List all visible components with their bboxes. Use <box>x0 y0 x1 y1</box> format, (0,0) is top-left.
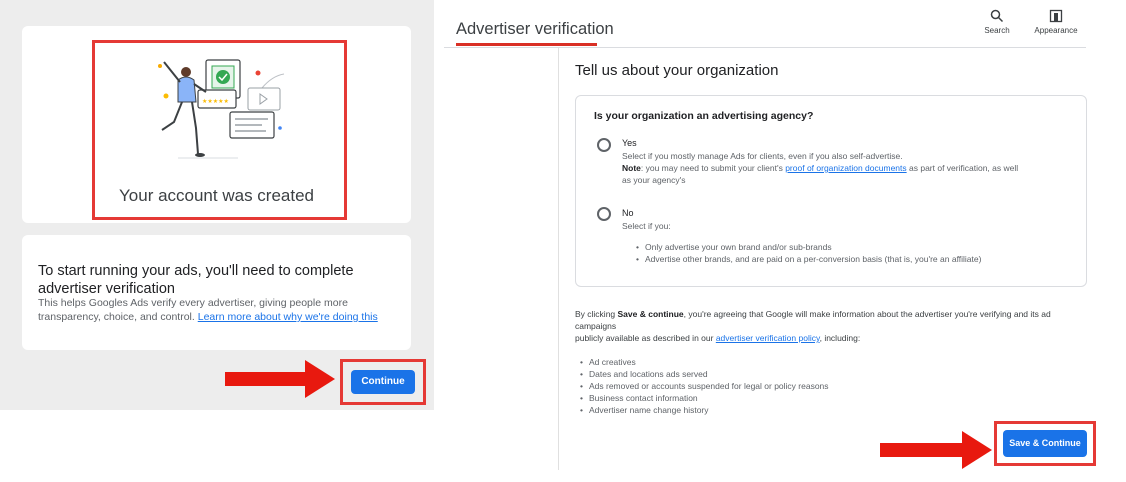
list-item: Business contact information <box>580 392 980 404</box>
appearance-label: Appearance <box>1034 26 1078 35</box>
verification-info-body: This helps Googles Ads verify every adve… <box>38 296 383 324</box>
note-pre: : you may need to submit your client's <box>640 163 786 173</box>
yes-desc: Select if you mostly manage Ads for clie… <box>622 151 903 161</box>
sidebar-divider <box>558 48 559 470</box>
consent-line-1: By clicking Save & continue, you're agre… <box>575 308 1085 320</box>
radio-yes-description: Select if you mostly manage Ads for clie… <box>622 150 1077 186</box>
consent-items: Ad creatives Dates and locations ads ser… <box>580 356 980 416</box>
consent-line-3: publicly available as described in our a… <box>575 332 1085 344</box>
policy-link[interactable]: advertiser verification policy <box>716 333 820 343</box>
learn-more-link[interactable]: Learn more about why we're doing this <box>198 311 378 323</box>
list-item: Ads removed or accounts suspended for le… <box>580 380 980 392</box>
highlight-frame-save <box>994 421 1096 466</box>
list-item: Ad creatives <box>580 356 980 368</box>
consent-bold: Save & continue <box>617 309 684 319</box>
organization-heading: Tell us about your organization <box>575 62 779 79</box>
note-bold: Note <box>622 163 641 173</box>
yes-note: Note: you may need to submit your client… <box>622 162 1077 174</box>
consent-text: By clicking Save & continue, you're agre… <box>575 308 1085 344</box>
page-title: Advertiser verification <box>456 20 614 38</box>
consent-line-2: campaigns <box>575 321 617 331</box>
appearance-tool[interactable]: Appearance <box>1034 9 1078 35</box>
consent-post: , you're agreeing that Google will make … <box>683 309 1051 319</box>
list-item: Advertiser name change history <box>580 404 980 416</box>
no-option-bullets: Only advertise your own brand and/or sub… <box>636 241 1076 265</box>
note-tail: as your agency's <box>622 175 686 185</box>
highlight-frame-continue <box>340 359 426 405</box>
proof-documents-link[interactable]: proof of organization documents <box>785 163 906 173</box>
list-item: Advertise other brands, and are paid on … <box>636 253 1076 265</box>
consent-pre: By clicking <box>575 309 618 319</box>
list-item: Only advertise your own brand and/or sub… <box>636 241 1076 253</box>
radio-yes[interactable] <box>597 138 611 152</box>
appearance-icon <box>1049 9 1063 23</box>
header-divider <box>444 47 1086 48</box>
radio-no[interactable] <box>597 207 611 221</box>
radio-no-label: No <box>622 208 634 218</box>
pointer-arrow-continue <box>225 360 335 398</box>
note-post: as part of verification, as well <box>906 163 1019 173</box>
verification-info-title: To start running your ads, you'll need t… <box>38 263 354 297</box>
consent-line3-pre: publicly available as described in our <box>575 333 716 343</box>
radio-no-description: Select if you: <box>622 221 671 231</box>
agency-question: Is your organization an advertising agen… <box>594 110 814 122</box>
consent-line3-post: , including: <box>819 333 861 343</box>
list-item: Dates and locations ads served <box>580 368 980 380</box>
title-underline <box>456 43 597 46</box>
search-tool[interactable]: Search <box>980 9 1014 35</box>
pointer-arrow-save <box>880 431 992 469</box>
highlight-frame-account-created <box>92 40 347 220</box>
radio-yes-label: Yes <box>622 138 637 148</box>
search-label: Search <box>984 26 1010 35</box>
search-icon <box>990 9 1004 23</box>
